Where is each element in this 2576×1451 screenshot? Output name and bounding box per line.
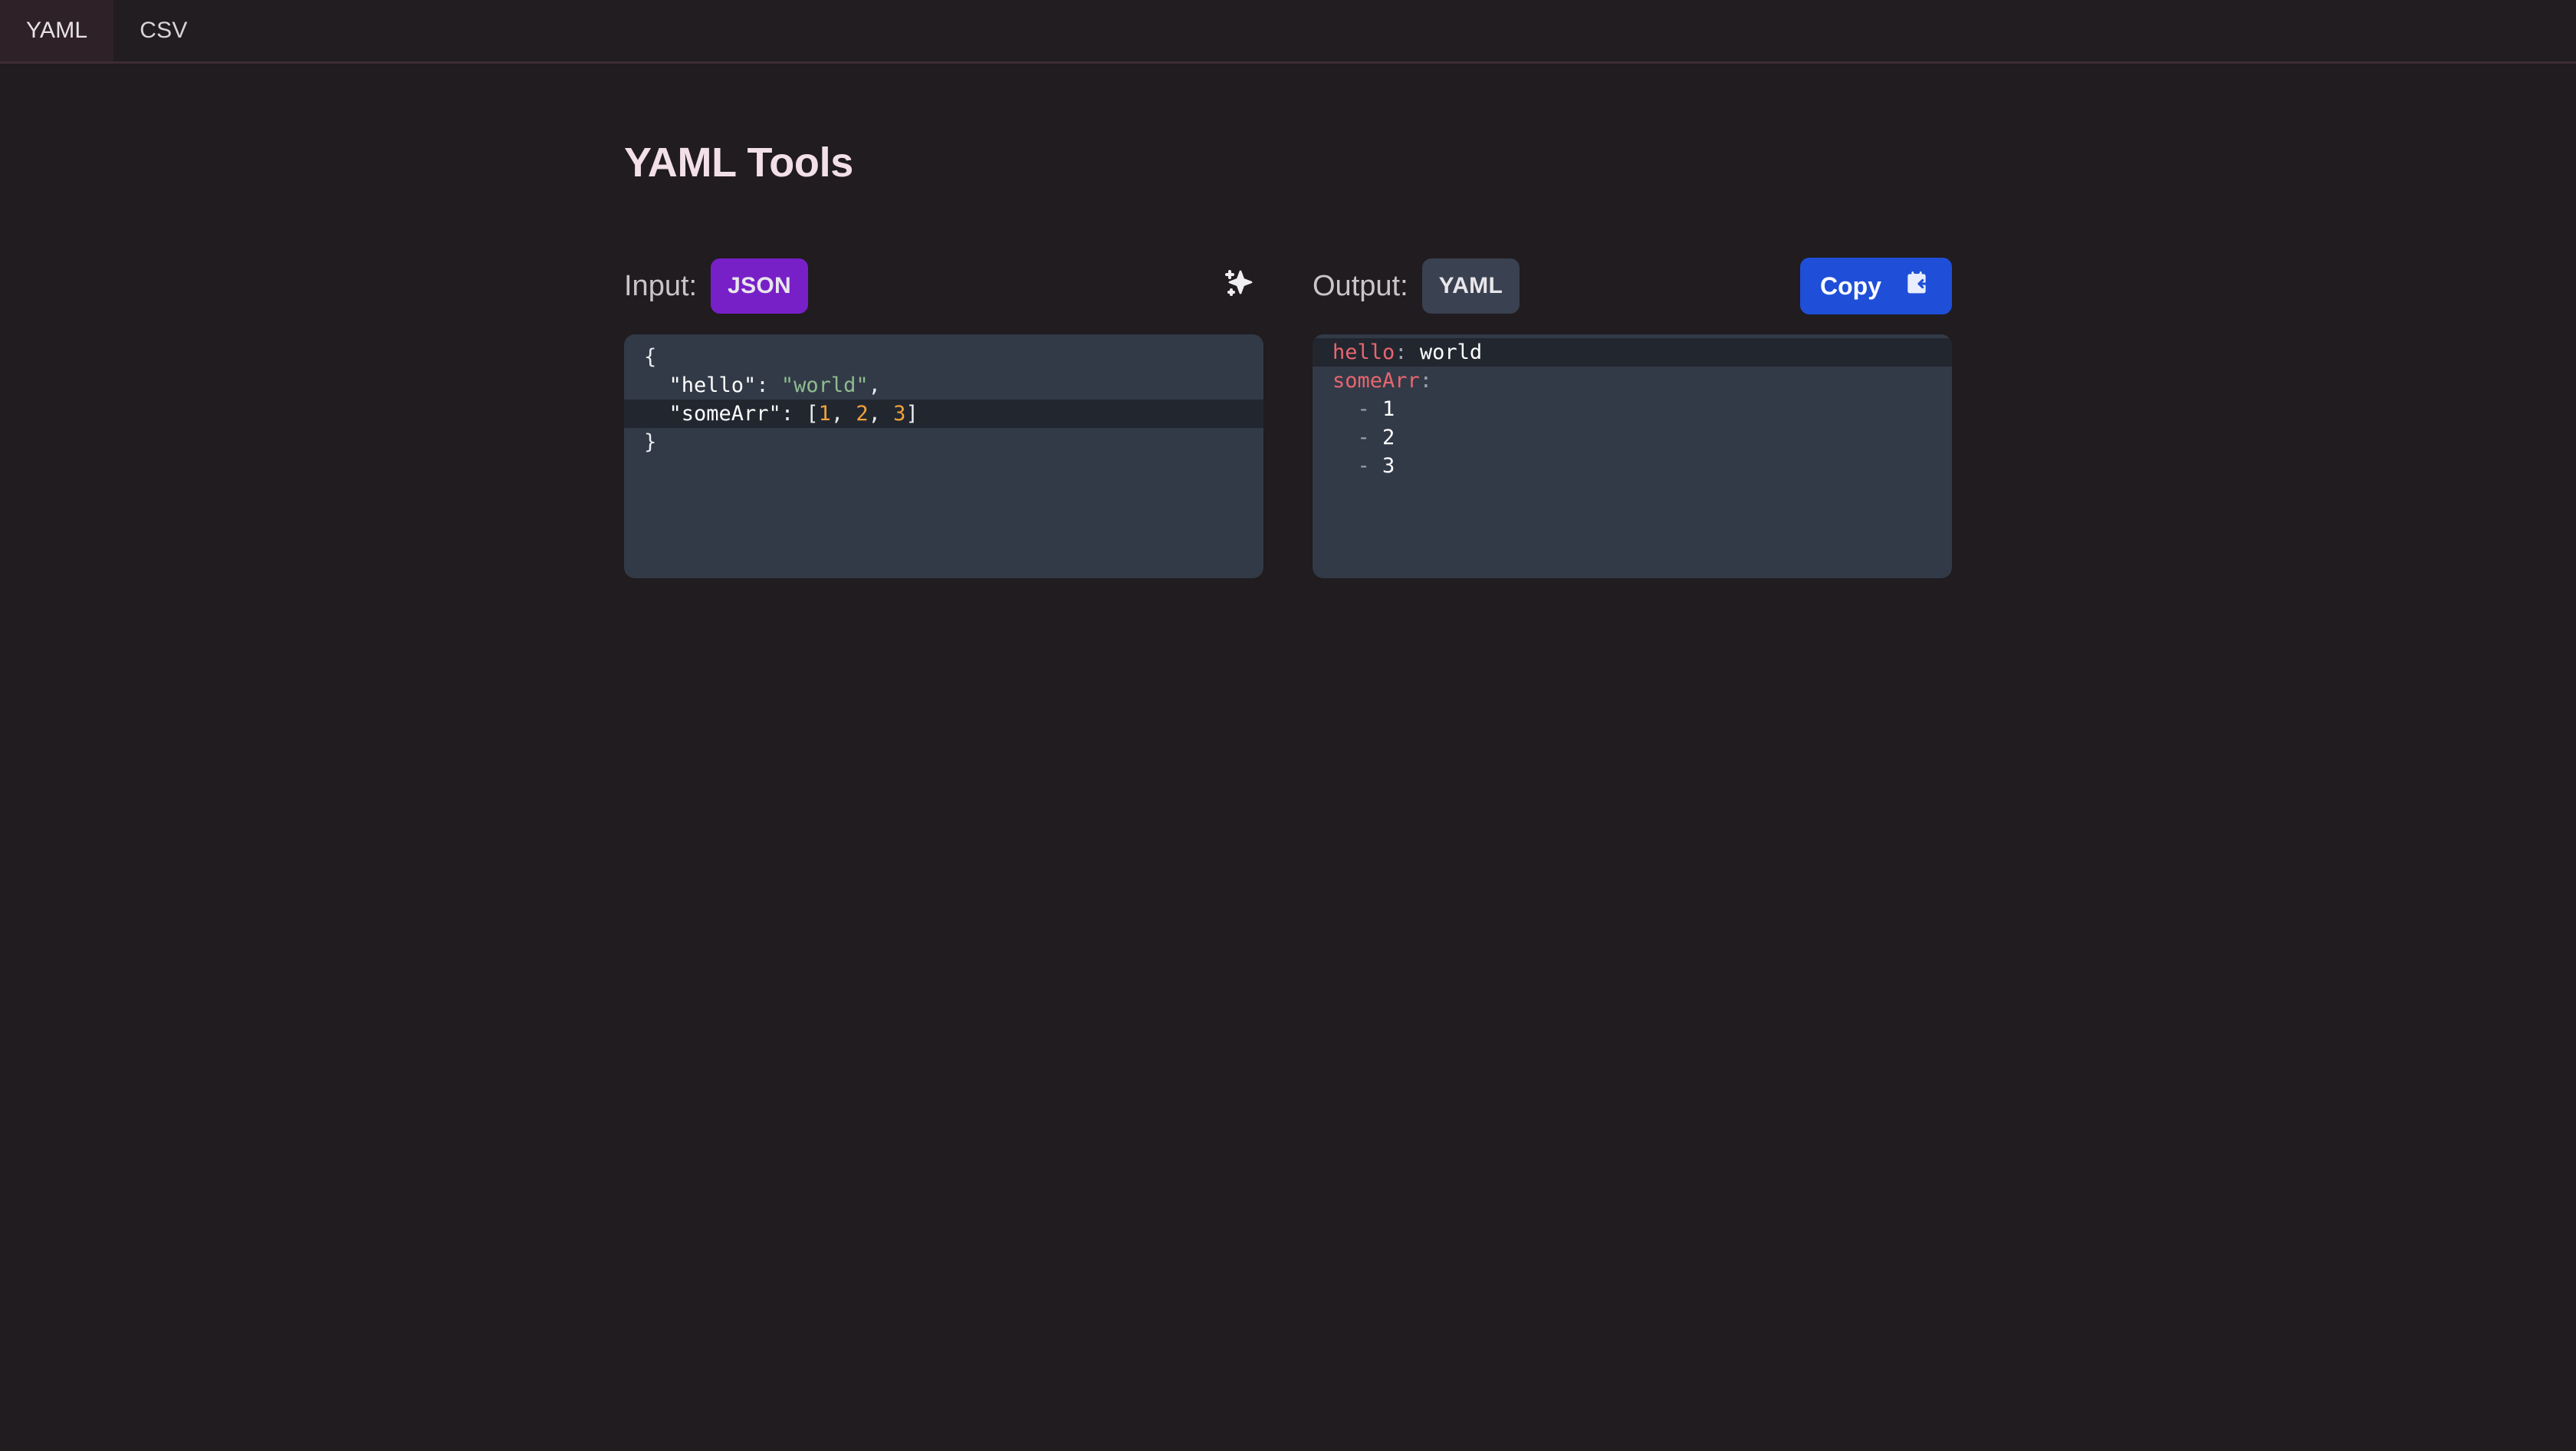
code-line: "hello": "world",: [669, 373, 881, 398]
input-label: Input:: [624, 269, 698, 302]
code-line-active: "someArr": [1, 2, 3]: [624, 400, 1263, 429]
tab-csv-label: CSV: [140, 18, 188, 43]
content-container: YAML Tools Input: JSON {"hello": "world…: [624, 64, 1973, 579]
input-column: Input: JSON {"hello": "world", "someArr…: [624, 256, 1263, 579]
code-line-active: hello: world: [1313, 338, 1952, 367]
tab-bar: YAML CSV: [0, 0, 2576, 64]
page-title: YAML Tools: [624, 140, 854, 186]
code-line: - 1: [1357, 397, 1395, 422]
tab-yaml[interactable]: YAML: [0, 0, 114, 61]
code-line: }: [644, 430, 657, 455]
code-line: {: [644, 345, 657, 370]
editor-columns: Input: JSON {"hello": "world", "someArr…: [624, 256, 1973, 579]
yaml-output-editor[interactable]: hello: world someArr: - 1 - 2 - 3: [1313, 334, 1952, 579]
page-body: YAML Tools Input: JSON {"hello": "world…: [0, 64, 2576, 579]
copy-button-label: Copy: [1820, 271, 1881, 300]
output-format-button[interactable]: YAML: [1421, 258, 1520, 314]
code-line: someArr:: [1332, 369, 1433, 393]
output-label: Output:: [1313, 269, 1408, 302]
output-column: Output: YAML Copy hello: world someArr: …: [1313, 256, 1952, 579]
input-format-button[interactable]: JSON: [711, 258, 808, 314]
code-line: - 2: [1357, 426, 1395, 450]
copy-button[interactable]: Copy: [1800, 258, 1952, 315]
clipboard-paste-icon: [1901, 268, 1932, 304]
input-header: Input: JSON: [624, 256, 1263, 316]
format-magic-button[interactable]: [1217, 263, 1263, 309]
output-header: Output: YAML Copy: [1313, 256, 1952, 316]
code-line: - 3: [1357, 454, 1395, 479]
tab-csv[interactable]: CSV: [113, 0, 213, 61]
json-input-editor[interactable]: { "hello": "world", "someArr": [1, 2, 3]…: [624, 334, 1263, 579]
tab-yaml-label: YAML: [26, 18, 88, 43]
sparkles-icon: [1222, 267, 1259, 306]
